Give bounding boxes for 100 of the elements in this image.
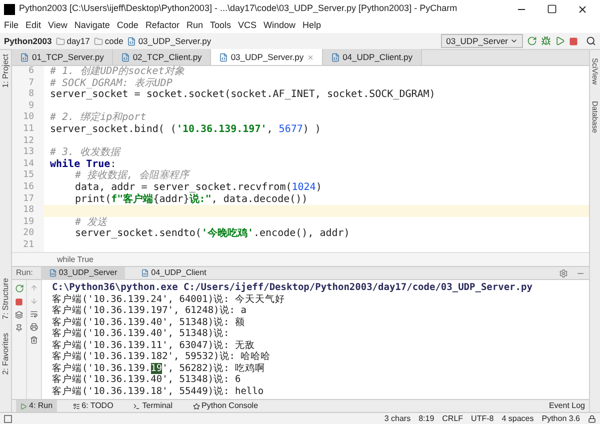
close-icon[interactable] [577, 4, 588, 14]
python-file-icon [120, 52, 130, 62]
lock-icon[interactable] [588, 414, 596, 422]
console-text: 客户端('10.36.139.40', 51348)说: 额 [52, 316, 245, 328]
menu-item[interactable]: Window [264, 18, 296, 32]
tool-window-tab[interactable]: 1: Project [0, 54, 12, 88]
run-tab[interactable]: 04_UDP_Client [133, 266, 214, 280]
menu-item[interactable]: Navigate [74, 18, 110, 32]
status-item[interactable]: UTF-8 [471, 412, 494, 424]
breadcrumb[interactable]: Python2003 [4, 34, 52, 48]
code-token: 说:" [189, 194, 212, 206]
menu-item[interactable]: Help [302, 18, 322, 32]
editor-tab[interactable]: 01_TCP_Server.py [12, 49, 113, 65]
tool-window-tab[interactable]: Python Console [188, 400, 262, 412]
code-token: .encode(), addr) [253, 228, 350, 240]
code-token: : [110, 158, 116, 170]
console-text: 客户端('10.36.139.18', 55449)说: hello [52, 386, 264, 397]
soft-wrap-icon[interactable] [30, 310, 38, 318]
console-text: 客户端('10.36.139.197', 61248)说: a [52, 305, 246, 316]
console-text: C:\Python36\python.exe C:/Users/ijeff/Desktop/Python2003/day17/code/03_UDP_Server.py [52, 282, 532, 294]
code-token: , data.decode()) [211, 194, 308, 206]
python-file-icon [330, 52, 340, 62]
tool-window-tab[interactable]: 7: Structure [0, 278, 12, 320]
stop-icon[interactable] [15, 298, 23, 306]
line-number: 8 [12, 89, 44, 101]
breadcrumb[interactable]: day17 [66, 34, 90, 48]
maximize-icon[interactable] [547, 4, 557, 14]
code-token: # 1. 创建UDP的socket对象 [50, 66, 184, 78]
code-token: # SOCK_DGRAM: 表示UDP [50, 78, 172, 89]
tool-window-tab[interactable]: 2: Favorites [0, 333, 12, 375]
menu-item[interactable]: Tools [210, 18, 231, 32]
status-item[interactable]: CRLF [442, 412, 464, 424]
tool-window-tab[interactable]: 6: TODO [68, 400, 118, 412]
event-log[interactable]: Event Log [548, 400, 585, 412]
code-token: server_socket = socket.socket(socket.AF_INET, socket.SOCK_DGRAM) [50, 89, 436, 101]
editor-tab[interactable]: 03_UDP_Server.py [210, 49, 323, 65]
line-number: 7 [12, 78, 44, 90]
code-token: # 接收数据, 会阻塞程序 [75, 170, 190, 182]
line-number: 20 [12, 228, 44, 240]
rerun-icon[interactable] [14, 284, 24, 293]
pin-icon[interactable] [15, 324, 23, 332]
console-text: 客户端('10.36.139. [52, 362, 151, 374]
line-number: 15 [12, 170, 44, 182]
status-item[interactable]: 4 spaces [502, 412, 534, 424]
printer-icon[interactable] [30, 323, 38, 331]
status-item[interactable]: Python 3.6 [542, 412, 580, 424]
menu-item[interactable]: View [48, 18, 68, 32]
console-text: 客户端('10.36.139.40', 51348)说: [52, 328, 230, 340]
code-token: print( [75, 194, 112, 206]
search-icon[interactable] [586, 36, 596, 46]
python-file-icon [48, 269, 57, 277]
code-token: ) ) [302, 124, 321, 136]
code-token: # 3. 收发数据 [50, 147, 120, 158]
breadcrumb[interactable]: 03_UDP_Server.py [138, 34, 212, 48]
code-token: 5677 [278, 124, 303, 136]
editor-breadcrumb[interactable]: while True [57, 254, 94, 266]
python-file-icon [20, 52, 29, 62]
menu-item[interactable]: Run [186, 18, 203, 32]
breadcrumb[interactable]: code [104, 34, 124, 48]
console-text: 客户端('10.36.139.40', 51348)说: 6 [52, 374, 241, 386]
status-item[interactable]: 8:19 [418, 412, 434, 424]
code-token: # 发送 [75, 216, 108, 228]
menu-item[interactable]: Edit [26, 18, 42, 32]
editor-tab[interactable]: 02_TCP_Client.py [112, 49, 211, 65]
menu-item[interactable]: File [4, 18, 19, 32]
code-token: ) [316, 182, 322, 194]
code-token: server_socket.bind( ( [50, 124, 176, 136]
list-icon [72, 402, 80, 410]
editor-tab[interactable]: 04_UDP_Client.py [322, 49, 422, 65]
line-number: 19 [12, 216, 44, 228]
debug-icon[interactable] [541, 36, 551, 46]
rerun-icon[interactable] [527, 36, 537, 46]
python-file-icon [141, 269, 150, 277]
trash-icon[interactable] [30, 336, 38, 344]
run-configuration-dropdown[interactable]: 03_UDP_Server [441, 34, 523, 48]
console-text: 客户端('10.36.139.182', 59532)说: 哈哈哈 [52, 351, 271, 362]
run-icon[interactable] [555, 36, 565, 46]
code-token: {addr} [153, 194, 190, 206]
menu-item[interactable]: Code [116, 18, 138, 32]
code-token: '今晚吃鸡' [201, 228, 254, 240]
tool-window-tab[interactable]: Terminal [129, 400, 177, 412]
terminal-icon [133, 402, 140, 410]
line-number: 13 [12, 147, 44, 159]
tool-windows-icon[interactable] [4, 414, 12, 422]
code-token: , [266, 124, 274, 136]
settings-icon[interactable] [559, 268, 568, 278]
menu-item[interactable]: VCS [238, 18, 256, 32]
console-text: 客户端('10.36.139.11', 63047)说: 无敌 [52, 340, 255, 351]
stop-icon[interactable] [569, 36, 578, 46]
line-number: 6 [12, 66, 44, 78]
console-text: 19 [150, 362, 162, 374]
menu-item[interactable]: Refactor [145, 18, 180, 32]
code-token: f"客户端 [111, 194, 154, 206]
app-icon [4, 4, 15, 14]
run-tab[interactable]: 03_UDP_Server [40, 266, 126, 280]
status-item: 3 chars [384, 412, 411, 424]
tool-window-tab[interactable]: 4: Run [16, 400, 57, 412]
close-tab-icon[interactable] [306, 54, 314, 60]
python-file-icon [127, 36, 136, 46]
layout-icon[interactable] [15, 311, 23, 319]
